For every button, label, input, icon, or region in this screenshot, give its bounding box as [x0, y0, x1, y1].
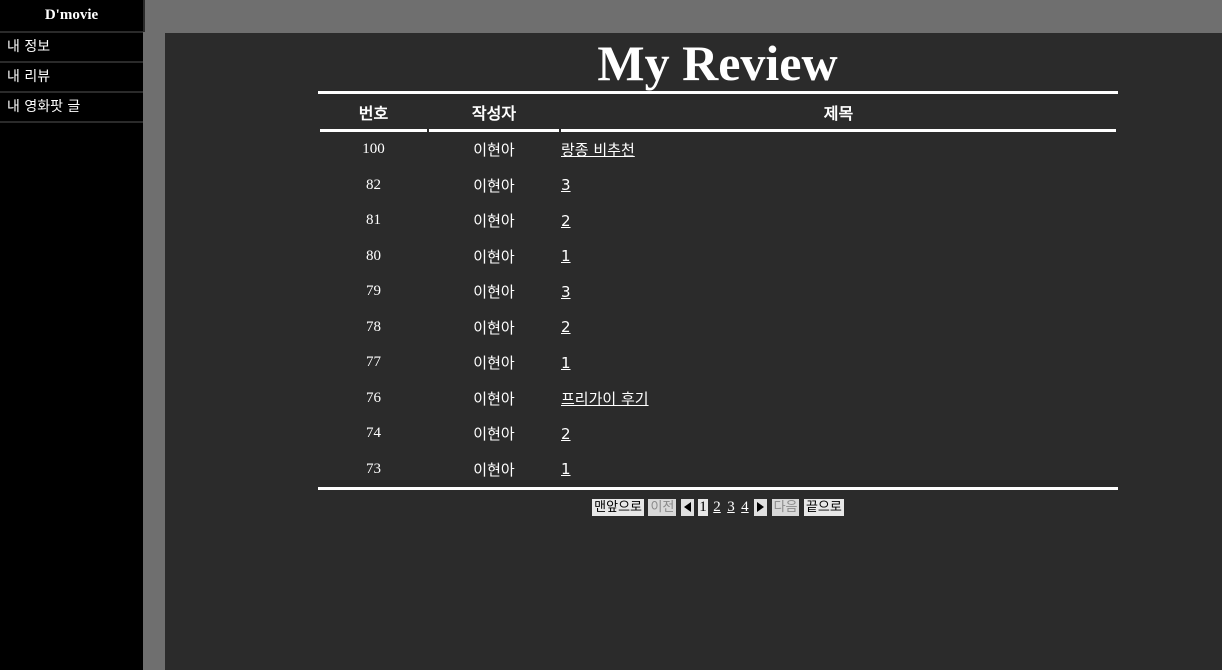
- page-number[interactable]: 3: [726, 499, 736, 516]
- prev-button[interactable]: 이전: [648, 499, 677, 516]
- first-page-button[interactable]: 맨앞으로: [592, 499, 645, 516]
- sidebar-item-my-info[interactable]: 내 정보: [0, 33, 143, 63]
- cell-no: 78: [366, 318, 381, 335]
- cell-no: 82: [366, 176, 381, 193]
- last-page-button[interactable]: 끝으로: [803, 499, 844, 516]
- cell-writer: 이현아: [473, 389, 515, 408]
- cell-writer: 이현아: [473, 247, 515, 266]
- sidebar-item-my-party-posts[interactable]: 내 영화팟 글: [0, 93, 143, 123]
- cell-title: 프리가이 후기: [561, 381, 1116, 417]
- cell-title: 1: [561, 345, 1116, 381]
- review-title-link[interactable]: 3: [561, 176, 571, 194]
- header-writer: 작성자: [429, 94, 559, 132]
- review-title-link[interactable]: 2: [561, 212, 571, 230]
- page-title: My Review: [597, 35, 838, 91]
- review-title-link[interactable]: 3: [561, 283, 571, 301]
- cell-title: 3: [561, 274, 1116, 310]
- header-title: 제목: [561, 94, 1116, 132]
- cell-title: 2: [561, 203, 1116, 239]
- cell-title: 2: [561, 310, 1116, 346]
- review-table: 번호 작성자 제목 100 이현아 랑종 비추천 82 이현아 3 81 이현아…: [318, 91, 1118, 490]
- pagination: 맨앞으로 이전 1 2 3 4 다음 끝으로: [318, 499, 1118, 516]
- sidebar-item-my-reviews[interactable]: 내 리뷰: [0, 63, 143, 93]
- review-rows: 100 이현아 랑종 비추천 82 이현아 3 81 이현아 2 80 이현아 …: [320, 132, 1116, 487]
- review-title-link[interactable]: 1: [561, 354, 571, 372]
- review-title-link[interactable]: 2: [561, 318, 571, 336]
- table-row: 81 이현아 2: [320, 203, 1116, 239]
- table-row: 73 이현아 1: [320, 452, 1116, 488]
- table-row: 79 이현아 3: [320, 274, 1116, 310]
- brand-logo[interactable]: D'movie: [0, 0, 143, 33]
- cell-title: 1: [561, 452, 1116, 488]
- table-header-row: 번호 작성자 제목: [320, 94, 1116, 132]
- sidebar: D'movie 내 정보 내 리뷰 내 영화팟 글: [0, 0, 143, 670]
- cell-writer: 이현아: [473, 425, 515, 444]
- table-row: 80 이현아 1: [320, 239, 1116, 275]
- cell-title: 1: [561, 239, 1116, 275]
- main-panel: My Review 번호 작성자 제목 100 이현아 랑종 비추천 82 이현…: [165, 33, 1222, 670]
- cell-no: 74: [366, 425, 381, 442]
- cell-title: 랑종 비추천: [561, 132, 1116, 168]
- table-row: 74 이현아 2: [320, 416, 1116, 452]
- cell-writer: 이현아: [473, 460, 515, 479]
- cell-no: 79: [366, 283, 381, 300]
- cell-no: 73: [366, 460, 381, 477]
- cell-writer: 이현아: [473, 318, 515, 337]
- next-button[interactable]: 다음: [771, 499, 800, 516]
- header-no: 번호: [320, 94, 427, 132]
- review-title-link[interactable]: 프리가이 후기: [561, 390, 649, 408]
- review-title-link[interactable]: 랑종 비추천: [561, 141, 635, 159]
- next-arrow-icon[interactable]: [754, 499, 768, 516]
- cell-writer: 이현아: [473, 354, 515, 373]
- page-number-current[interactable]: 1: [698, 499, 708, 516]
- cell-no: 80: [366, 247, 381, 264]
- table-row: 76 이현아 프리가이 후기: [320, 381, 1116, 417]
- review-title-link[interactable]: 2: [561, 425, 571, 443]
- cell-writer: 이현아: [473, 212, 515, 231]
- cell-no: 100: [362, 141, 385, 158]
- cell-no: 76: [366, 389, 381, 406]
- cell-writer: 이현아: [473, 283, 515, 302]
- cell-writer: 이현아: [473, 176, 515, 195]
- review-title-link[interactable]: 1: [561, 247, 571, 265]
- cell-title: 3: [561, 168, 1116, 204]
- cell-no: 81: [366, 212, 381, 229]
- review-title-link[interactable]: 1: [561, 460, 571, 478]
- cell-no: 77: [366, 354, 381, 371]
- cell-writer: 이현아: [473, 141, 515, 160]
- prev-arrow-icon[interactable]: [680, 499, 694, 516]
- table-row: 77 이현아 1: [320, 345, 1116, 381]
- table-row: 78 이현아 2: [320, 310, 1116, 346]
- page-number[interactable]: 2: [712, 499, 722, 516]
- table-row: 100 이현아 랑종 비추천: [320, 132, 1116, 168]
- sidebar-divider: [143, 0, 145, 32]
- table-row: 82 이현아 3: [320, 168, 1116, 204]
- cell-title: 2: [561, 416, 1116, 452]
- page-number[interactable]: 4: [740, 499, 750, 516]
